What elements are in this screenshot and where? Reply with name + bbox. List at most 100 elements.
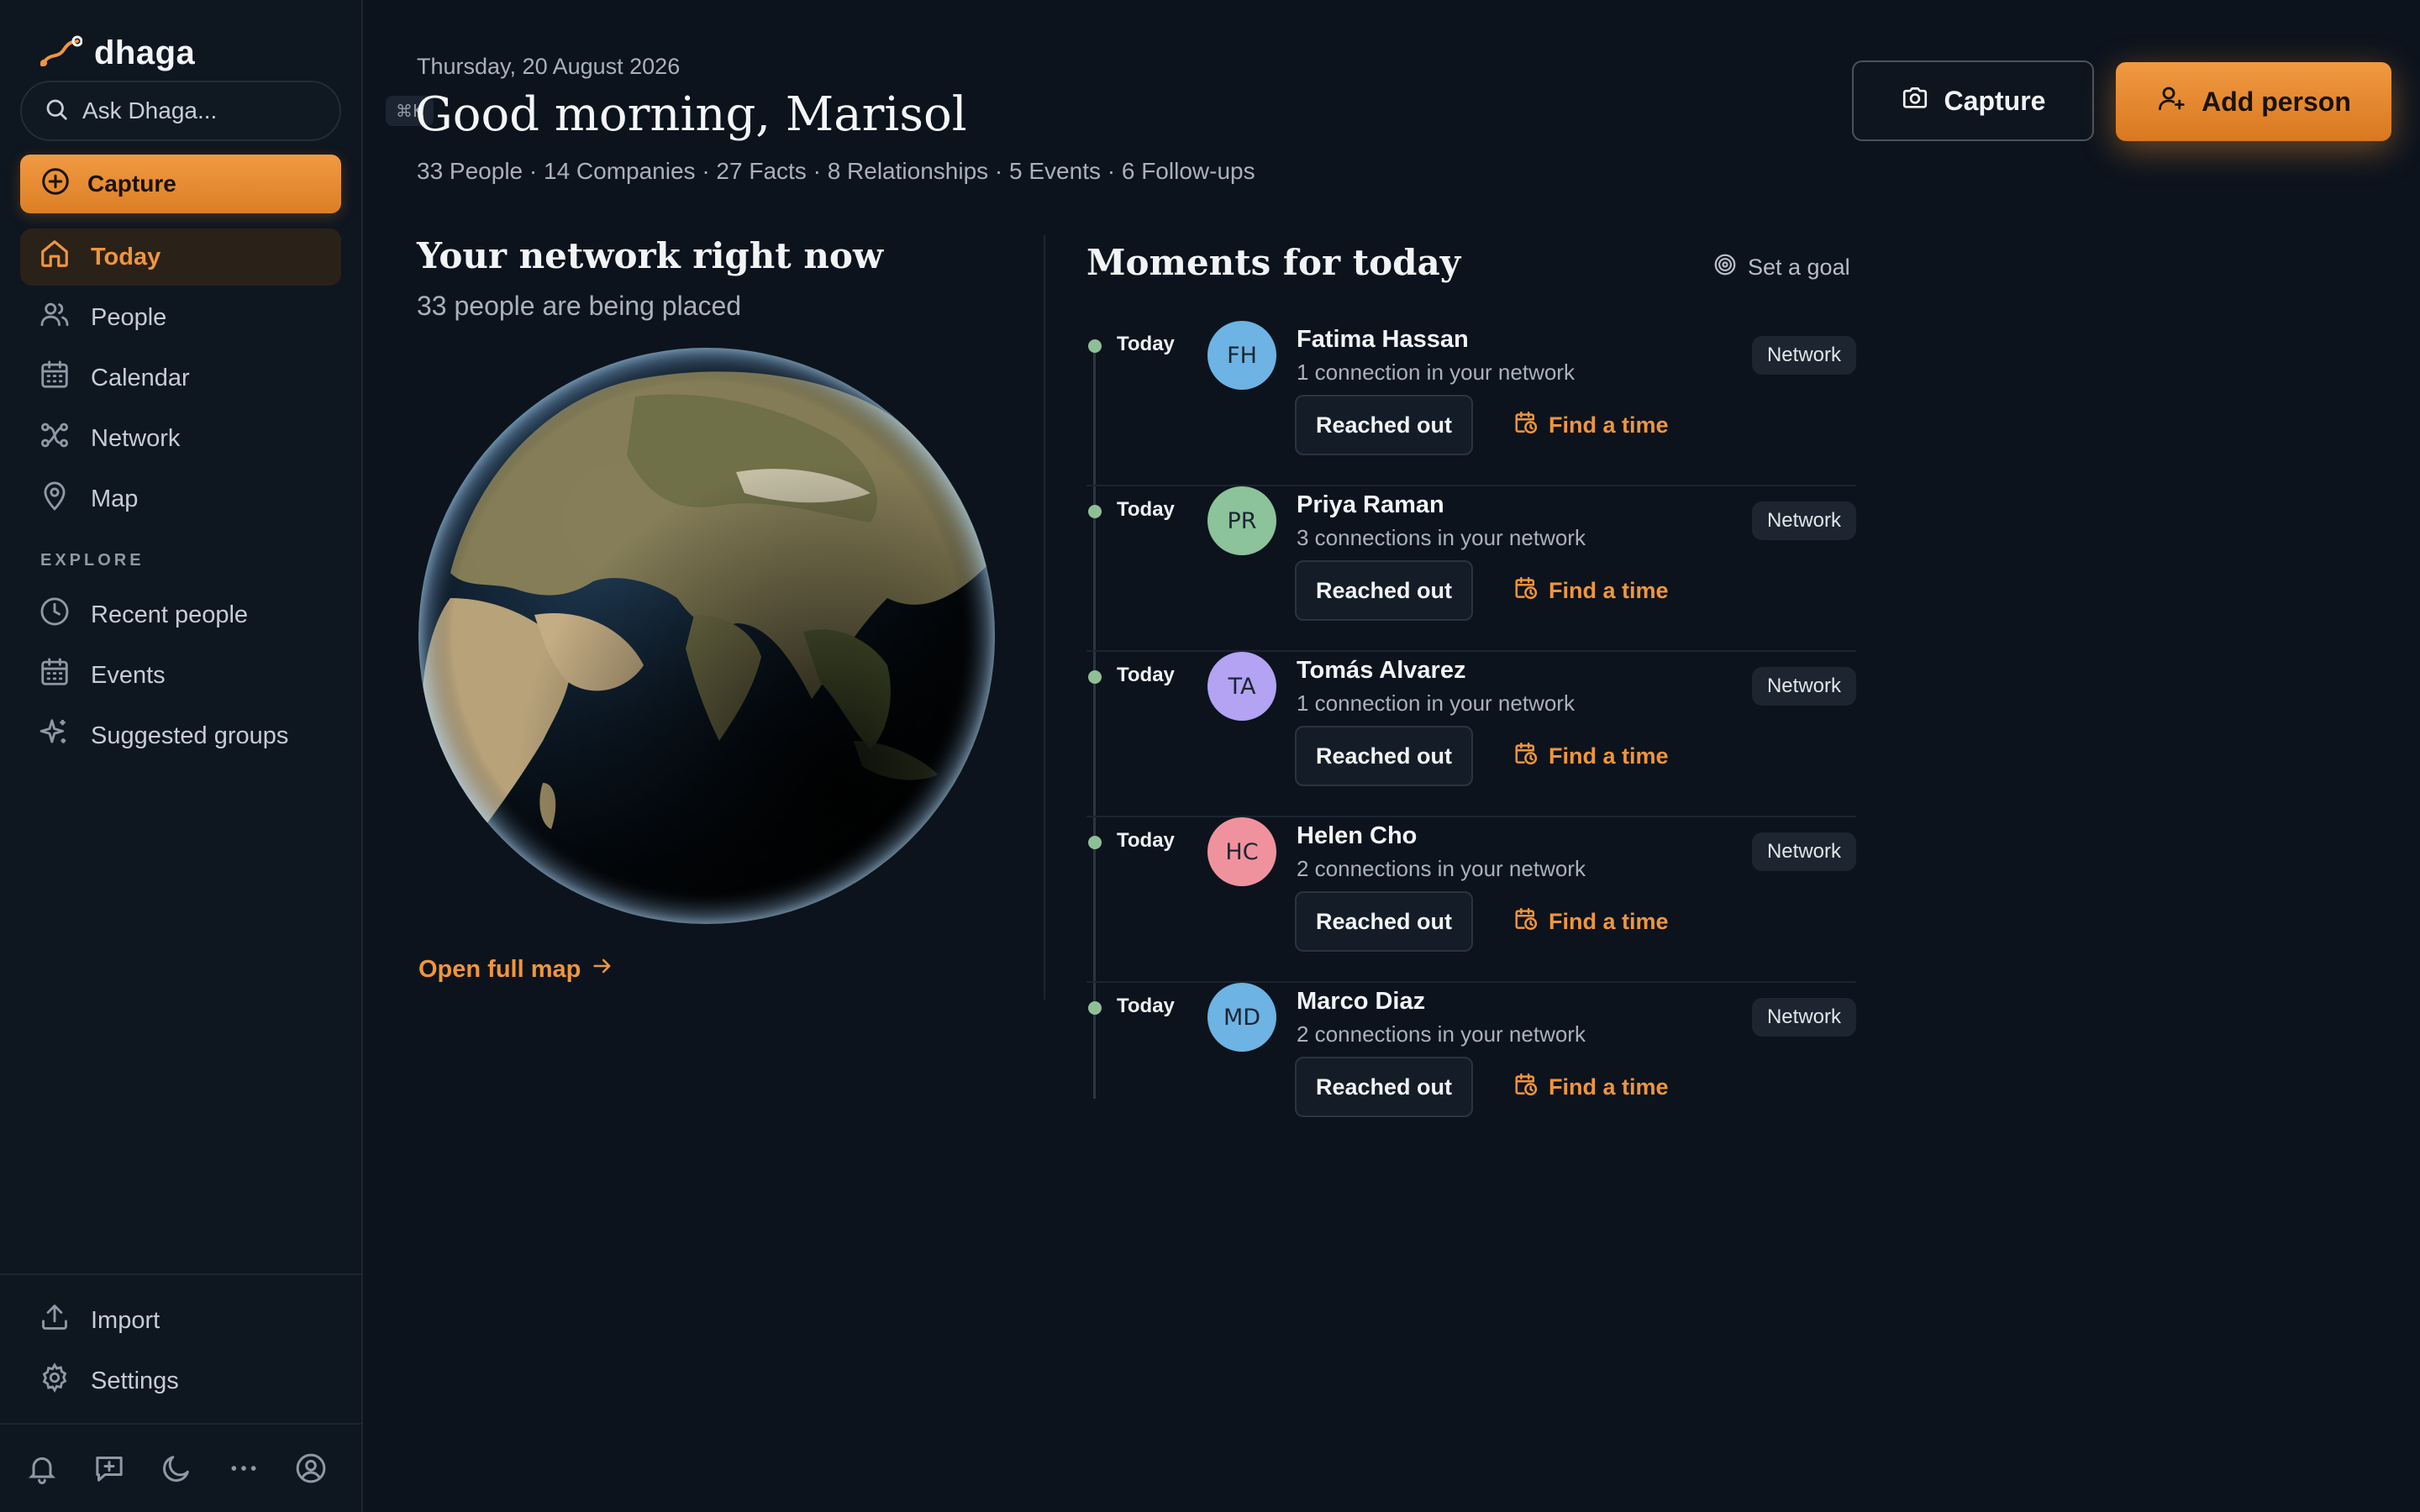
find-a-time-button[interactable]: Find a time [1513, 891, 1669, 952]
calendar-clock-icon [1513, 741, 1539, 772]
bell-icon[interactable] [25, 1452, 59, 1485]
reached-out-button[interactable]: Reached out [1295, 891, 1473, 952]
avatar[interactable]: PR [1207, 486, 1276, 555]
sidebar-item-label: Events [91, 661, 166, 689]
search-box[interactable]: ⌘K [20, 81, 434, 141]
network-globe[interactable] [417, 346, 997, 926]
person-name[interactable]: Fatima Hassan [1297, 326, 1469, 354]
calendar-clock-icon [1513, 1072, 1539, 1103]
page-title: Good morning, Marisol [415, 87, 967, 142]
avatar[interactable]: TA [1207, 652, 1276, 721]
sidebar-item-import[interactable]: Import [20, 1292, 341, 1349]
moments-title: Moments for today [1086, 242, 1461, 283]
find-a-time-button[interactable]: Find a time [1513, 395, 1669, 455]
sidebar-item-label: Calendar [91, 364, 190, 391]
sidebar-item-recent-people[interactable]: Recent people [20, 586, 341, 643]
sidebar-item-people[interactable]: People [20, 289, 341, 346]
sidebar-item-label: Map [91, 485, 139, 512]
explore-section-label: EXPLORE [40, 551, 145, 570]
moment-when: Today [1117, 995, 1175, 1017]
sidebar-item-settings[interactable]: Settings [20, 1352, 341, 1410]
moon-icon[interactable] [160, 1452, 193, 1485]
moment-item: Today PR Priya Raman 3 connections in yo… [1086, 486, 1856, 652]
moment-item: Today MD Marco Diaz 2 connections in you… [1086, 983, 1856, 1148]
find-a-time-label: Find a time [1549, 412, 1669, 438]
sidebar-item-label: Settings [91, 1367, 179, 1394]
find-a-time-button[interactable]: Find a time [1513, 560, 1669, 621]
home-icon [39, 238, 71, 276]
calendar-clock-icon [1513, 575, 1539, 606]
avatar[interactable]: MD [1207, 983, 1276, 1052]
column-divider [1044, 235, 1045, 1000]
sidebar-item-label: Today [91, 243, 161, 270]
upload-icon [39, 1301, 71, 1340]
person-connections: 3 connections in your network [1297, 525, 1586, 550]
sidebar-item-calendar[interactable]: Calendar [20, 349, 341, 407]
sidebar-capture-button[interactable]: Capture [20, 155, 341, 213]
avatar[interactable]: FH [1207, 321, 1276, 390]
search-input[interactable] [82, 97, 386, 124]
network-icon [39, 419, 71, 458]
user-plus-icon [2156, 83, 2186, 120]
plus-circle-icon [40, 166, 71, 202]
map-pin-icon [39, 480, 71, 518]
person-connections: 2 connections in your network [1297, 856, 1586, 881]
sidebar-item-map[interactable]: Map [20, 470, 341, 528]
arrow-right-icon [591, 954, 614, 984]
reached-out-button[interactable]: Reached out [1295, 560, 1473, 621]
more-icon[interactable] [227, 1452, 260, 1485]
sidebar: dhaga ⌘K Capture Today People Calendar [0, 0, 434, 1512]
person-name[interactable]: Marco Diaz [1297, 988, 1425, 1016]
gear-icon [39, 1362, 71, 1400]
moment-when: Today [1117, 664, 1175, 686]
avatar[interactable]: HC [1207, 817, 1276, 886]
network-card-title: Your network right now [417, 235, 884, 276]
search-icon [44, 97, 69, 126]
find-a-time-button[interactable]: Find a time [1513, 726, 1669, 786]
sidebar-item-label: Network [91, 424, 181, 452]
chat-plus-icon[interactable] [92, 1452, 126, 1485]
add-person-button[interactable]: Add person [2116, 62, 2391, 141]
sidebar-item-today[interactable]: Today [20, 228, 341, 286]
moment-item: Today TA Tomás Alvarez 1 connection in y… [1086, 652, 1856, 817]
find-a-time-button[interactable]: Find a time [1513, 1057, 1669, 1117]
sidebar-item-label: Recent people [91, 601, 249, 628]
person-name[interactable]: Tomás Alvarez [1297, 657, 1465, 685]
user-circle-icon[interactable] [294, 1452, 328, 1485]
network-stats: 33 People · 14 Companies · 27 Facts · 8 … [417, 158, 1255, 184]
person-connections: 1 connection in your network [1297, 360, 1575, 385]
sidebar-item-suggested-groups[interactable]: Suggested groups [20, 707, 341, 764]
moment-when: Today [1117, 333, 1175, 355]
sidebar-item-events[interactable]: Events [20, 647, 341, 704]
calendar-icon [39, 656, 71, 695]
current-date: Thursday, 20 August 2026 [417, 54, 681, 79]
dhaga-logo-icon [39, 34, 83, 72]
network-badge: Network [1751, 998, 1856, 1037]
timeline-dot [1088, 505, 1102, 518]
target-icon [1712, 252, 1738, 283]
timeline-dot [1088, 339, 1102, 353]
reached-out-button[interactable]: Reached out [1295, 395, 1473, 455]
calendar-clock-icon [1513, 906, 1539, 937]
network-badge: Network [1751, 336, 1856, 375]
find-a-time-label: Find a time [1549, 577, 1669, 603]
sparkles-icon [39, 717, 71, 755]
open-map-label: Open full map [418, 955, 581, 983]
moment-item: Today HC Helen Cho 2 connections in your… [1086, 817, 1856, 983]
moment-when: Today [1117, 498, 1175, 521]
reached-out-button[interactable]: Reached out [1295, 1057, 1473, 1117]
sidebar-divider [0, 1273, 363, 1275]
network-badge: Network [1751, 667, 1856, 706]
network-badge: Network [1751, 832, 1856, 871]
person-name[interactable]: Helen Cho [1297, 822, 1417, 850]
set-goal-button[interactable]: Set a goal [1712, 252, 1850, 283]
capture-button[interactable]: Capture [1852, 60, 2094, 141]
brand[interactable]: dhaga [39, 32, 195, 74]
sidebar-divider [0, 1423, 363, 1425]
set-goal-label: Set a goal [1748, 255, 1850, 280]
reached-out-button[interactable]: Reached out [1295, 726, 1473, 786]
person-name[interactable]: Priya Raman [1297, 491, 1444, 519]
sidebar-item-network[interactable]: Network [20, 410, 341, 467]
find-a-time-label: Find a time [1549, 1074, 1669, 1100]
open-full-map-link[interactable]: Open full map [418, 954, 614, 984]
